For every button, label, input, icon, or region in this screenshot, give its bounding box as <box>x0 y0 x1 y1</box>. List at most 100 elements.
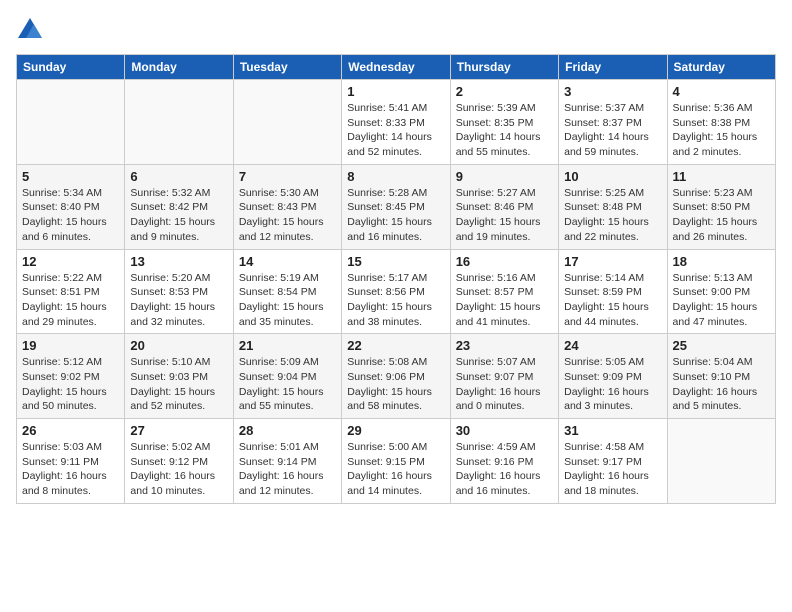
day-number: 4 <box>673 84 770 99</box>
calendar-cell: 20 Sunrise: 5:10 AM Sunset: 9:03 PM Dayli… <box>125 334 233 419</box>
calendar-cell: 4 Sunrise: 5:36 AM Sunset: 8:38 PM Daylig… <box>667 80 775 165</box>
calendar-cell: 16Sunrise: 5:16 AM Sunset: 8:57 PM Dayli… <box>450 249 558 334</box>
day-number: 15 <box>347 254 444 269</box>
calendar-cell: 31 Sunrise: 4:58 AM Sunset: 9:17 PM Dayli… <box>559 419 667 504</box>
day-info: Sunrise: 5:37 AM Sunset: 8:37 PM Dayligh… <box>564 101 661 160</box>
day-info: Sunrise: 5:00 AM Sunset: 9:15 PM Dayligh… <box>347 440 444 499</box>
calendar-cell: 13 Sunrise: 5:20 AM Sunset: 8:53 PM Dayli… <box>125 249 233 334</box>
calendar-cell <box>233 80 341 165</box>
day-number: 23 <box>456 338 553 353</box>
day-info: Sunrise: 5:04 AM Sunset: 9:10 PM Dayligh… <box>673 355 770 414</box>
calendar-cell: 27 Sunrise: 5:02 AM Sunset: 9:12 PM Dayli… <box>125 419 233 504</box>
day-number: 21 <box>239 338 336 353</box>
weekday-header: Friday <box>559 55 667 80</box>
day-number: 1 <box>347 84 444 99</box>
weekday-header: Thursday <box>450 55 558 80</box>
calendar-cell: 3 Sunrise: 5:37 AM Sunset: 8:37 PM Daylig… <box>559 80 667 165</box>
calendar-cell <box>667 419 775 504</box>
day-info: Sunrise: 5:23 AM Sunset: 8:50 PM Dayligh… <box>673 186 770 245</box>
day-info: Sunrise: 5:28 AM Sunset: 8:45 PM Dayligh… <box>347 186 444 245</box>
calendar-week-row: 5Sunrise: 5:34 AM Sunset: 8:40 PM Daylig… <box>17 164 776 249</box>
calendar-cell: 21 Sunrise: 5:09 AM Sunset: 9:04 PM Dayli… <box>233 334 341 419</box>
calendar-week-row: 12 Sunrise: 5:22 AM Sunset: 8:51 PM Dayli… <box>17 249 776 334</box>
day-number: 12 <box>22 254 119 269</box>
day-info: Sunrise: 5:07 AM Sunset: 9:07 PM Dayligh… <box>456 355 553 414</box>
logo-icon <box>16 16 44 44</box>
day-number: 10 <box>564 169 661 184</box>
calendar-cell: 5Sunrise: 5:34 AM Sunset: 8:40 PM Daylig… <box>17 164 125 249</box>
day-info: Sunrise: 5:22 AM Sunset: 8:51 PM Dayligh… <box>22 271 119 330</box>
day-number: 24 <box>564 338 661 353</box>
day-info: Sunrise: 5:12 AM Sunset: 9:02 PM Dayligh… <box>22 355 119 414</box>
calendar-cell: 15 Sunrise: 5:17 AM Sunset: 8:56 PM Dayli… <box>342 249 450 334</box>
day-info: Sunrise: 5:27 AM Sunset: 8:46 PM Dayligh… <box>456 186 553 245</box>
day-info: Sunrise: 5:16 AM Sunset: 8:57 PM Dayligh… <box>456 271 553 330</box>
day-info: Sunrise: 5:03 AM Sunset: 9:11 PM Dayligh… <box>22 440 119 499</box>
day-info: Sunrise: 5:13 AM Sunset: 9:00 PM Dayligh… <box>673 271 770 330</box>
calendar-cell: 11 Sunrise: 5:23 AM Sunset: 8:50 PM Dayli… <box>667 164 775 249</box>
day-info: Sunrise: 5:41 AM Sunset: 8:33 PM Dayligh… <box>347 101 444 160</box>
calendar-cell: 19 Sunrise: 5:12 AM Sunset: 9:02 PM Dayli… <box>17 334 125 419</box>
day-number: 5 <box>22 169 119 184</box>
day-info: Sunrise: 5:17 AM Sunset: 8:56 PM Dayligh… <box>347 271 444 330</box>
day-info: Sunrise: 5:02 AM Sunset: 9:12 PM Dayligh… <box>130 440 227 499</box>
day-number: 31 <box>564 423 661 438</box>
day-number: 17 <box>564 254 661 269</box>
day-info: Sunrise: 5:10 AM Sunset: 9:03 PM Dayligh… <box>130 355 227 414</box>
weekday-header: Sunday <box>17 55 125 80</box>
day-number: 25 <box>673 338 770 353</box>
day-number: 8 <box>347 169 444 184</box>
calendar-table: SundayMondayTuesdayWednesdayThursdayFrid… <box>16 54 776 504</box>
calendar-week-row: 1 Sunrise: 5:41 AM Sunset: 8:33 PM Daylig… <box>17 80 776 165</box>
calendar-cell: 12 Sunrise: 5:22 AM Sunset: 8:51 PM Dayli… <box>17 249 125 334</box>
day-number: 2 <box>456 84 553 99</box>
day-number: 6 <box>130 169 227 184</box>
day-number: 20 <box>130 338 227 353</box>
day-number: 19 <box>22 338 119 353</box>
weekday-header: Monday <box>125 55 233 80</box>
calendar-cell: 29 Sunrise: 5:00 AM Sunset: 9:15 PM Dayli… <box>342 419 450 504</box>
day-info: Sunrise: 5:09 AM Sunset: 9:04 PM Dayligh… <box>239 355 336 414</box>
calendar-cell: 6Sunrise: 5:32 AM Sunset: 8:42 PM Daylig… <box>125 164 233 249</box>
day-info: Sunrise: 5:20 AM Sunset: 8:53 PM Dayligh… <box>130 271 227 330</box>
day-info: Sunrise: 5:01 AM Sunset: 9:14 PM Dayligh… <box>239 440 336 499</box>
weekday-header: Saturday <box>667 55 775 80</box>
day-number: 13 <box>130 254 227 269</box>
day-number: 11 <box>673 169 770 184</box>
calendar-cell <box>125 80 233 165</box>
calendar-cell: 8 Sunrise: 5:28 AM Sunset: 8:45 PM Daylig… <box>342 164 450 249</box>
calendar-header-row: SundayMondayTuesdayWednesdayThursdayFrid… <box>17 55 776 80</box>
calendar-cell: 25 Sunrise: 5:04 AM Sunset: 9:10 PM Dayli… <box>667 334 775 419</box>
page-header <box>16 16 776 44</box>
day-number: 9 <box>456 169 553 184</box>
day-number: 26 <box>22 423 119 438</box>
calendar-cell: 18 Sunrise: 5:13 AM Sunset: 9:00 PM Dayli… <box>667 249 775 334</box>
calendar-cell: 26 Sunrise: 5:03 AM Sunset: 9:11 PM Dayli… <box>17 419 125 504</box>
calendar-cell: 14 Sunrise: 5:19 AM Sunset: 8:54 PM Dayli… <box>233 249 341 334</box>
day-number: 27 <box>130 423 227 438</box>
calendar-week-row: 26 Sunrise: 5:03 AM Sunset: 9:11 PM Dayli… <box>17 419 776 504</box>
day-info: Sunrise: 4:59 AM Sunset: 9:16 PM Dayligh… <box>456 440 553 499</box>
weekday-header: Tuesday <box>233 55 341 80</box>
calendar-cell: 23 Sunrise: 5:07 AM Sunset: 9:07 PM Dayli… <box>450 334 558 419</box>
calendar-cell: 10 Sunrise: 5:25 AM Sunset: 8:48 PM Dayli… <box>559 164 667 249</box>
calendar-cell: 17 Sunrise: 5:14 AM Sunset: 8:59 PM Dayli… <box>559 249 667 334</box>
day-number: 3 <box>564 84 661 99</box>
day-info: Sunrise: 5:19 AM Sunset: 8:54 PM Dayligh… <box>239 271 336 330</box>
calendar-cell <box>17 80 125 165</box>
day-number: 28 <box>239 423 336 438</box>
day-number: 18 <box>673 254 770 269</box>
day-info: Sunrise: 5:39 AM Sunset: 8:35 PM Dayligh… <box>456 101 553 160</box>
weekday-header: Wednesday <box>342 55 450 80</box>
day-info: Sunrise: 5:14 AM Sunset: 8:59 PM Dayligh… <box>564 271 661 330</box>
day-info: Sunrise: 5:25 AM Sunset: 8:48 PM Dayligh… <box>564 186 661 245</box>
day-info: Sunrise: 5:36 AM Sunset: 8:38 PM Dayligh… <box>673 101 770 160</box>
calendar-cell: 28 Sunrise: 5:01 AM Sunset: 9:14 PM Dayli… <box>233 419 341 504</box>
day-info: Sunrise: 4:58 AM Sunset: 9:17 PM Dayligh… <box>564 440 661 499</box>
calendar-cell: 2 Sunrise: 5:39 AM Sunset: 8:35 PM Daylig… <box>450 80 558 165</box>
calendar-week-row: 19 Sunrise: 5:12 AM Sunset: 9:02 PM Dayli… <box>17 334 776 419</box>
calendar-cell: 9 Sunrise: 5:27 AM Sunset: 8:46 PM Daylig… <box>450 164 558 249</box>
day-number: 14 <box>239 254 336 269</box>
day-number: 29 <box>347 423 444 438</box>
calendar-cell: 22Sunrise: 5:08 AM Sunset: 9:06 PM Dayli… <box>342 334 450 419</box>
